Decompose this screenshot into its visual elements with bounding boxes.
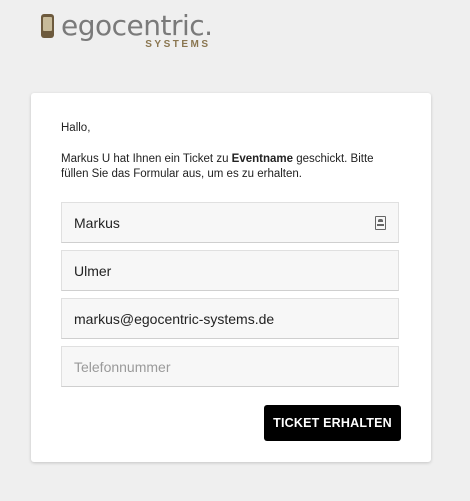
last-name-input[interactable]: [74, 262, 386, 279]
ticket-message: Markus U hat Ihnen ein Ticket zu Eventna…: [61, 153, 374, 180]
last-name-field[interactable]: [61, 250, 399, 291]
ticket-form-card: Hallo, Markus U hat Ihnen ein Ticket zu …: [31, 93, 431, 462]
first-name-input[interactable]: [74, 214, 371, 231]
phone-field[interactable]: [61, 346, 399, 387]
logo-name: egocentric.: [61, 9, 213, 42]
event-name: Eventname: [231, 153, 294, 165]
contact-card-icon[interactable]: [375, 215, 386, 230]
email-field[interactable]: [61, 298, 399, 339]
phone-icon: [41, 14, 54, 38]
get-ticket-button[interactable]: TICKET ERHALTEN: [264, 405, 401, 441]
logo: egocentric. SYSTEMS: [41, 12, 213, 52]
first-name-field[interactable]: [61, 202, 399, 243]
email-input[interactable]: [74, 310, 386, 327]
phone-input[interactable]: [74, 358, 386, 375]
greeting-text: Hallo,: [61, 122, 91, 134]
